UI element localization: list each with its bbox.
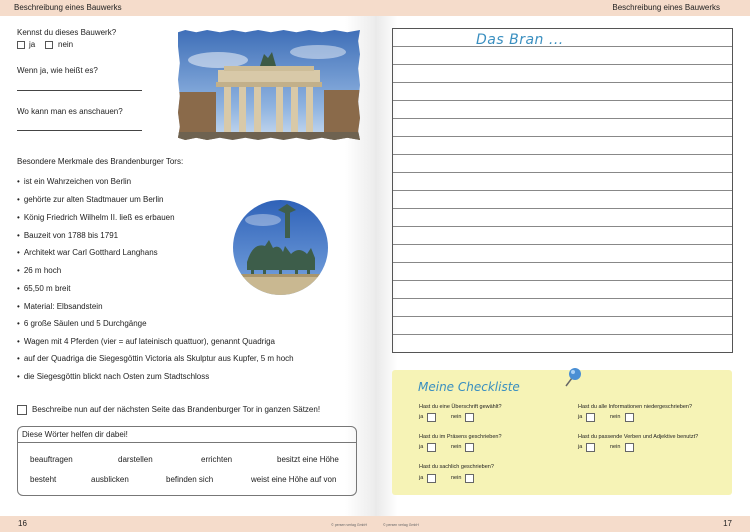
feature-item: 65,50 m breit [17,284,71,293]
page-left: Beschreibung eines Bauwerks Kennst du di… [0,0,375,532]
helper-word: errichten [201,455,233,464]
writing-line [393,316,732,317]
checklist-no-label: nein [451,475,462,481]
checklist-yes-checkbox[interactable] [586,413,595,422]
helper-word: befinden sich [166,475,214,484]
helper-words-title: Diese Wörter helfen dir dabei! [18,427,356,443]
checklist-no-label: nein [610,444,621,450]
helper-word: beauftragen [30,455,73,464]
copyright-right: © persen verlag GmbH [383,523,419,527]
checklist-no-checkbox[interactable] [625,443,634,452]
writing-line [393,208,732,209]
checklist-yes-checkbox[interactable] [427,413,436,422]
checkbox-ja[interactable] [17,41,25,49]
feature-item: Wagen mit 4 Pferden (vier = auf lateinis… [17,337,275,346]
label-ja: ja [29,40,36,49]
writing-line [393,100,732,101]
checklist-yes-checkbox[interactable] [427,443,436,452]
feature-item: auf der Quadriga die Siegesgöttin Victor… [17,354,294,363]
task-instruction: Beschreibe nun auf der nächsten Seite da… [32,405,321,414]
writing-line [393,136,732,137]
feature-item: Architekt war Carl Gotthard Langhans [17,248,158,257]
copyright-left: © persen verlag GmbH [331,523,367,527]
checklist-yes-label: ja [578,414,583,420]
writing-line [393,154,732,155]
checklist-yes-label: ja [578,444,583,450]
helper-word: ausblicken [91,475,129,484]
label-nein: nein [58,40,74,49]
helper-word: besitzt eine Höhe [277,455,339,464]
checklist-no-checkbox[interactable] [465,413,474,422]
features-title: Besondere Merkmale des Brandenburger Tor… [17,157,184,166]
helper-words-box: Diese Wörter helfen dir dabei! beauftrag… [17,426,357,496]
writing-line [393,262,732,263]
checklist-no-label: nein [451,444,462,450]
feature-item: Bauzeit von 1788 bis 1791 [17,231,118,240]
writing-line [393,172,732,173]
feature-item: König Friedrich Wilhelm II. ließ es erba… [17,213,175,222]
writing-line [393,190,732,191]
feature-item: gehörte zur alten Stadtmauer um Berlin [17,195,164,204]
header-left: Beschreibung eines Bauwerks [0,0,375,16]
checklist-question: Hast du alle Informationen niedergeschri… [578,404,693,410]
page-number-left: 16 [18,519,27,528]
checklist-yes-label: ja [419,444,424,450]
writing-line [393,118,732,119]
checklist-yes-label: ja [419,414,424,420]
page-number-right: 17 [723,519,732,528]
helper-word: besteht [30,475,57,484]
task-checkbox[interactable] [17,405,27,415]
feature-item: 6 große Säulen und 5 Durchgänge [17,319,147,328]
helper-word: darstellen [118,455,153,464]
header-right: Beschreibung eines Bauwerks [375,0,750,16]
checklist-no-label: nein [451,414,462,420]
checklist-question: Hast du eine Überschrift gewählt? [419,404,502,410]
writing-area[interactable] [392,28,733,353]
writing-line [393,64,732,65]
checklist-no-label: nein [610,414,621,420]
checklist-no-checkbox[interactable] [625,413,634,422]
answer-line-name[interactable] [17,90,142,91]
checkbox-nein[interactable] [45,41,53,49]
handwritten-title: Das Bran ... [476,32,564,48]
writing-line [393,298,732,299]
checklist-yes-label: ja [419,475,424,481]
feature-item: 26 m hoch [17,266,61,275]
checklist-yes-checkbox[interactable] [427,474,436,483]
checklist-question: Hast du passende Verben und Adjektive be… [578,434,699,440]
checklist-question: Hast du im Präsens geschrieben? [419,434,502,440]
writing-line [393,280,732,281]
writing-line [393,82,732,83]
feature-item: ist ein Wahrzeichen von Berlin [17,177,131,186]
checklist-title: Meine Checkliste [418,380,520,394]
checklist-question: Hast du sachlich geschrieben? [419,464,494,470]
checklist-no-checkbox[interactable] [465,474,474,483]
answer-line-where[interactable] [17,130,142,131]
pushpin-icon [565,368,581,387]
checklist-yes-checkbox[interactable] [586,443,595,452]
feature-item: Material: Elbsandstein [17,302,103,311]
helper-word: weist eine Höhe auf von [251,475,337,484]
quadriga-photo [233,200,328,295]
footer-right: © persen verlag GmbH 17 [375,516,750,532]
writing-line [393,226,732,227]
checklist-no-checkbox[interactable] [465,443,474,452]
brandenburg-gate-photo [178,30,360,140]
writing-line [393,244,732,245]
question-where: Wo kann man es anschauen? [17,107,123,116]
question-know-building: Kennst du dieses Bauwerk? [17,28,117,37]
footer-left: 16 © persen verlag GmbH [0,516,375,532]
question-name: Wenn ja, wie heißt es? [17,66,98,75]
writing-line [393,334,732,335]
feature-item: die Siegesgöttin blickt nach Osten zum S… [17,372,209,381]
book-spread: Beschreibung eines Bauwerks Kennst du di… [0,0,750,532]
